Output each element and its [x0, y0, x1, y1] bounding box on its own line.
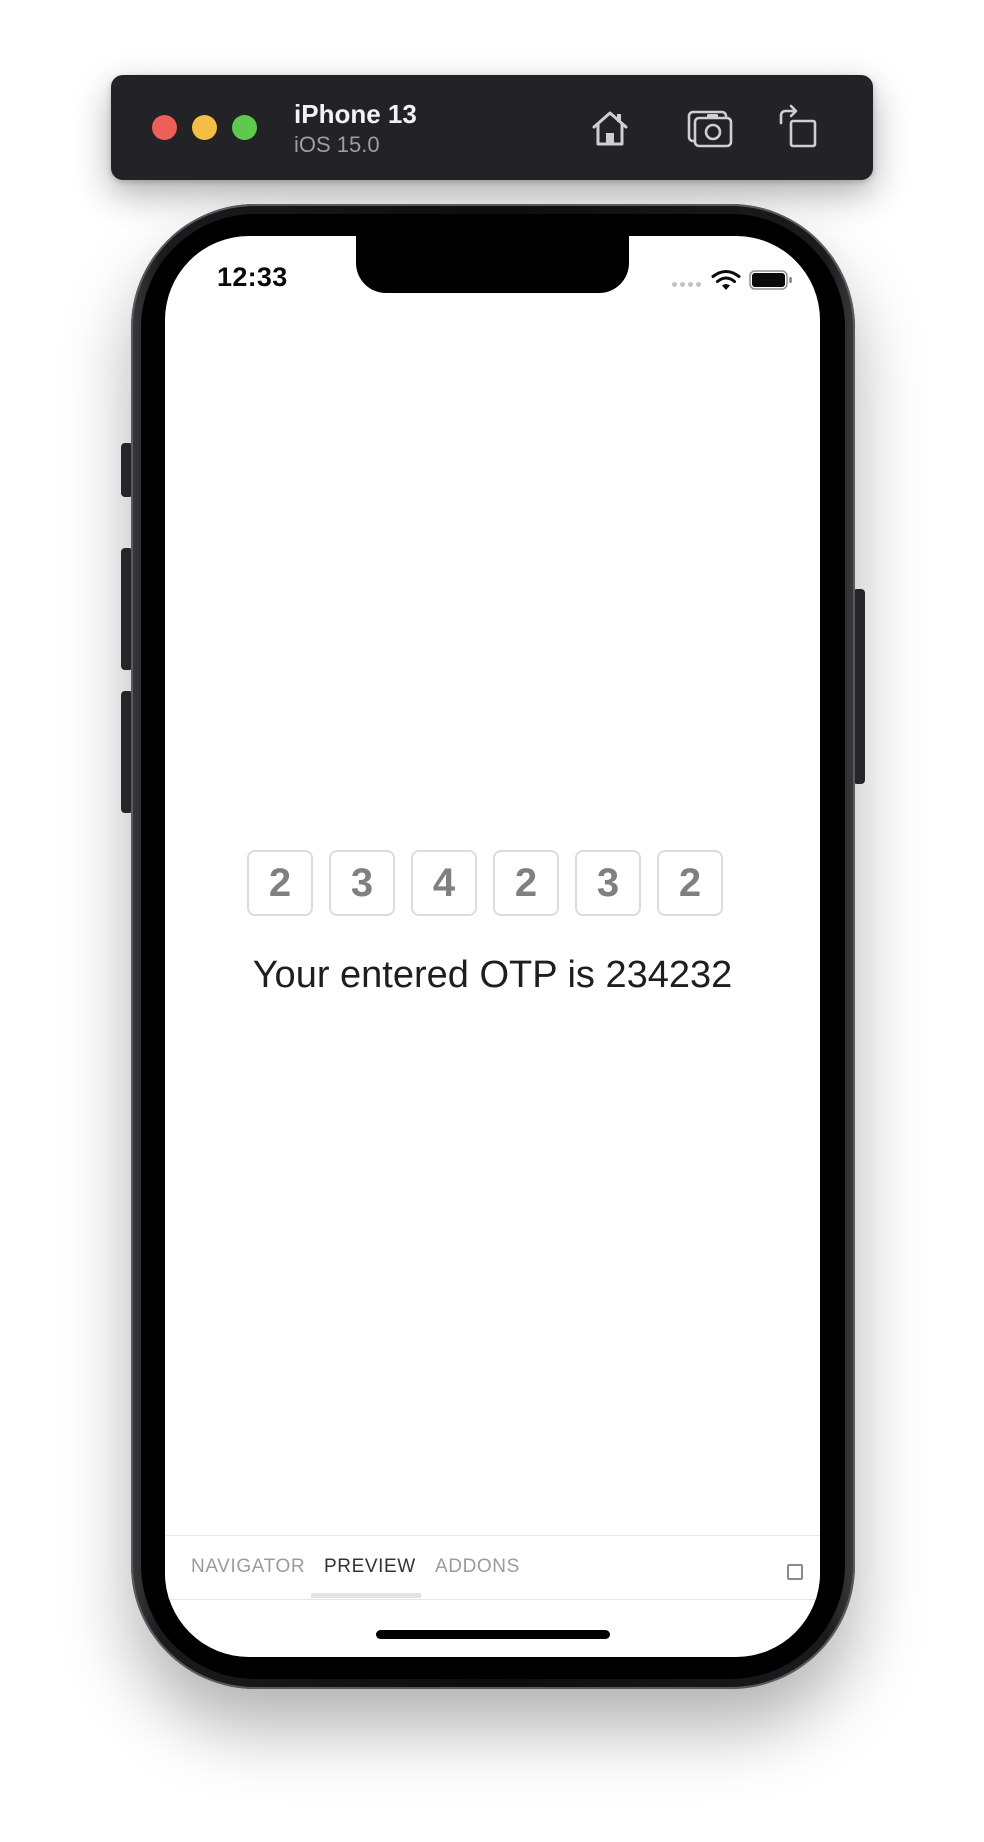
- tab-navigator[interactable]: NAVIGATOR: [191, 1556, 305, 1578]
- otp-digit-input[interactable]: 4: [411, 850, 477, 916]
- tab-preview[interactable]: PREVIEW: [324, 1556, 416, 1578]
- otp-result-message: Your entered OTP is 234232: [252, 954, 733, 996]
- addon-panel-bar: NAVIGATOR PREVIEW ADDONS: [165, 1535, 820, 1600]
- otp-digit-input[interactable]: 3: [329, 850, 395, 916]
- tab-addons[interactable]: ADDONS: [435, 1556, 520, 1578]
- notch: [356, 236, 629, 293]
- wifi-icon: [711, 270, 741, 290]
- device-screen: 12:33 2 3 4 2 3 2 Your entered OTP is 23…: [165, 236, 820, 1657]
- home-indicator[interactable]: [376, 1630, 610, 1639]
- otp-input-group: 2 3 4 2 3 2: [247, 850, 723, 916]
- simulator-window: iPhone 13 iOS 15.0 12:33 2 3 4 2 3 2 You…: [0, 0, 984, 1842]
- simulator-toolbar: iPhone 13 iOS 15.0: [111, 75, 873, 180]
- active-tab-indicator: [311, 1593, 421, 1598]
- home-button[interactable]: [585, 103, 635, 153]
- device-name: iPhone 13: [294, 99, 417, 129]
- minimize-window-button[interactable]: [192, 115, 217, 140]
- otp-digit-input[interactable]: 2: [657, 850, 723, 916]
- screenshot-icon: [687, 110, 733, 148]
- zoom-window-button[interactable]: [232, 115, 257, 140]
- battery-icon: [749, 270, 792, 290]
- device-os-version: iOS 15.0: [294, 132, 380, 157]
- cellular-signal-icon: [672, 282, 701, 287]
- otp-digit-input[interactable]: 2: [493, 850, 559, 916]
- status-time: 12:33: [217, 262, 288, 292]
- screenshot-button[interactable]: [685, 103, 735, 153]
- otp-digit-input[interactable]: 3: [575, 850, 641, 916]
- fullscreen-toggle-icon[interactable]: [787, 1564, 803, 1580]
- rotate-icon: [779, 104, 817, 148]
- rotate-button[interactable]: [773, 103, 823, 153]
- close-window-button[interactable]: [152, 115, 177, 140]
- otp-digit-input[interactable]: 2: [247, 850, 313, 916]
- home-icon: [592, 111, 628, 146]
